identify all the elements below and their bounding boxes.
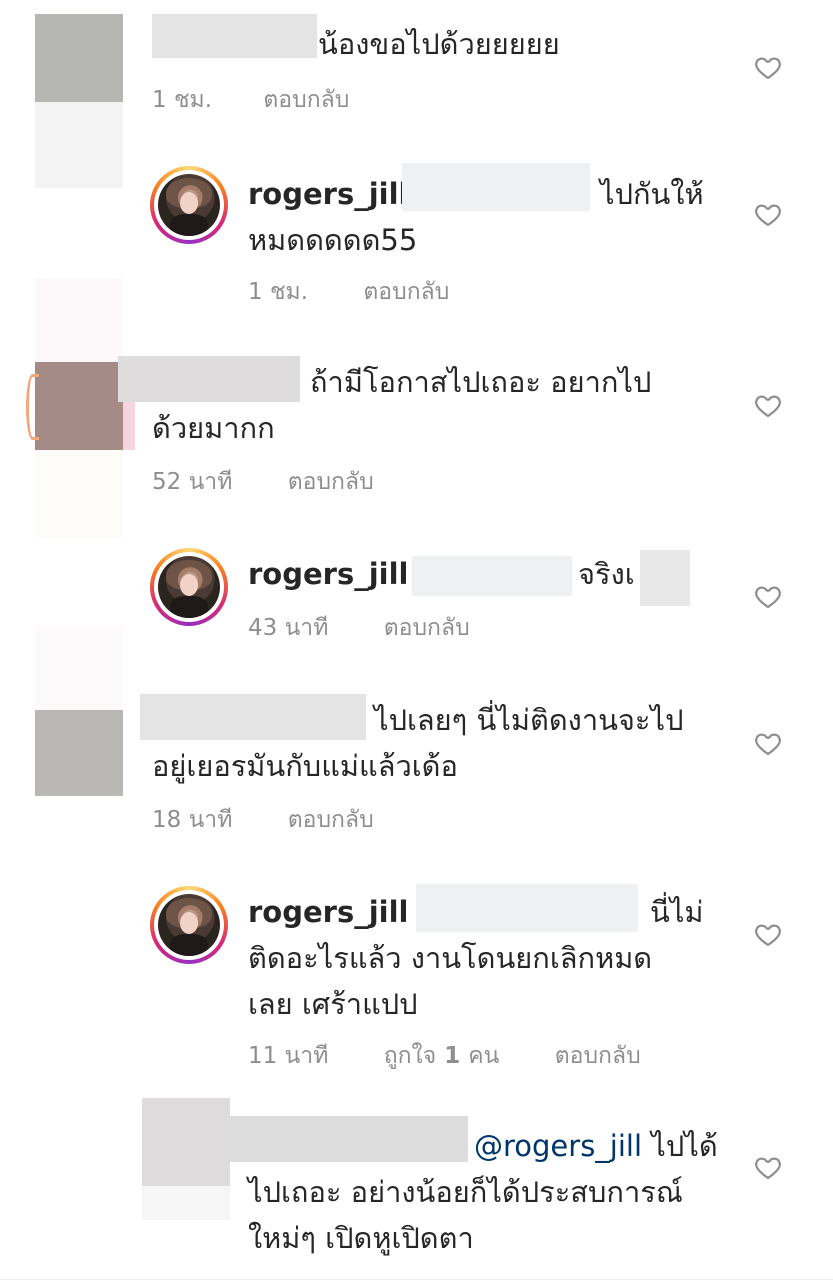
comment-time: 52 นาที xyxy=(152,469,233,495)
comment-meta: 52 นาที ตอบกลับ xyxy=(152,464,422,500)
comment-meta: 18 นาที ตอบกลับ xyxy=(152,802,422,838)
profile-photo xyxy=(158,894,220,956)
avatar-rogers-jill[interactable] xyxy=(150,886,228,964)
reply-text-tail: นี่ไม่ xyxy=(650,895,704,929)
profile-photo xyxy=(158,556,220,618)
reply-text-line-3: เลย เศร้าแปป xyxy=(248,987,418,1021)
reply-4: @rogers_jill ไปได้ ไปเถอะ อย่างน้อยก็ได้… xyxy=(0,1090,833,1280)
avatar-blur-bottom xyxy=(35,450,123,538)
comment-text-line-2: อยู่เยอรมันกับแม่แล้วเด้อ xyxy=(152,749,458,783)
username[interactable]: rogers_jill xyxy=(248,557,408,591)
avatar-rogers-jill[interactable] xyxy=(150,548,228,626)
mention-link[interactable]: @rogers_jill xyxy=(474,1129,642,1163)
redacted-mention xyxy=(402,163,590,211)
comment-text-line-1: ถ้ามีโอกาสไปเถอะ อยากไป xyxy=(310,365,652,399)
comment-time: 11 นาที xyxy=(248,1043,329,1069)
comment-meta: 11 นาที ถูกใจ 1 คน ตอบกลับ xyxy=(248,1038,689,1074)
comment-text: น้องขอไปด้วยยยยย xyxy=(318,27,560,61)
avatar[interactable] xyxy=(35,362,123,450)
redacted-mention xyxy=(412,556,572,596)
redacted-username xyxy=(140,694,366,740)
reply-text-tail: ไปได้ xyxy=(651,1129,718,1163)
heart-outline-icon[interactable] xyxy=(754,1154,782,1182)
redacted-mention xyxy=(416,884,638,932)
reply-text-tail: ไปกันให้ xyxy=(600,177,704,211)
comment-meta: 1 ชม. ตอบกลับ xyxy=(152,82,397,118)
reply-text-tail: จริงเ xyxy=(578,557,635,591)
heart-outline-icon[interactable] xyxy=(754,583,782,611)
avatar-rogers-jill[interactable] xyxy=(150,166,228,244)
heart-outline-icon[interactable] xyxy=(754,921,782,949)
heart-outline-icon[interactable] xyxy=(754,730,782,758)
avatar-blur-bottom xyxy=(142,1186,230,1220)
reply-button[interactable]: ตอบกลับ xyxy=(555,1043,641,1069)
heart-outline-icon[interactable] xyxy=(754,392,782,420)
comment-time: 18 นาที xyxy=(152,807,233,833)
redacted-username xyxy=(118,356,300,402)
comment-3: ไปเลยๆ นี่ไม่ติดงานจะไป อยู่เยอรมันกับแม… xyxy=(0,620,833,850)
reply-3: rogers_jill @ นี่ไม่ ติดอะไรแล้ว งานโดนย… xyxy=(0,870,833,1080)
reply-button[interactable]: ตอบกลับ xyxy=(263,87,349,113)
username[interactable]: rogers_jill xyxy=(248,177,408,211)
avatar-side-patch xyxy=(123,398,135,450)
avatar[interactable] xyxy=(35,710,123,796)
reply-text-line-2: ติดอะไรแล้ว งานโดนยกเลิกหมด xyxy=(248,941,653,975)
heart-outline-icon[interactable] xyxy=(754,54,782,82)
comment-text-line-2: ด้วยมากก xyxy=(152,411,275,445)
profile-photo xyxy=(158,174,220,236)
redacted-username xyxy=(152,14,317,58)
avatar[interactable] xyxy=(142,1098,230,1186)
reply-line-1: rogers_jill ( xyxy=(248,550,429,599)
reply-text-line-2: หมดดดดด55 xyxy=(248,223,418,257)
reply-text-line-2: ไปเถอะ อย่างน้อยก็ได้ประสบการณ์ xyxy=(248,1175,683,1209)
avatar-blur-top xyxy=(35,626,123,710)
avatar[interactable] xyxy=(35,14,123,102)
comment-2: ถ้ามีโอกาสไปเถอะ อยากไป ด้วยมากก 52 นาที… xyxy=(0,270,833,540)
reply-button[interactable]: ตอบกลับ xyxy=(288,469,374,495)
comment-time: 1 ชม. xyxy=(152,87,213,113)
redacted-username xyxy=(230,1116,468,1162)
comment-text-line-1: ไปเลยๆ นี่ไม่ติดงานจะไป xyxy=(374,703,684,737)
redacted-text xyxy=(640,550,690,606)
avatar-ring-edge xyxy=(26,374,39,440)
likes-count[interactable]: ถูกใจ 1 คน xyxy=(384,1043,500,1069)
reply-text-line-3: ใหม่ๆ เปิดหูเปิดตา xyxy=(248,1221,474,1255)
avatar-blur-top xyxy=(35,278,123,362)
reply-button[interactable]: ตอบกลับ xyxy=(288,807,374,833)
heart-outline-icon[interactable] xyxy=(754,201,782,229)
username[interactable]: rogers_jill xyxy=(248,895,408,929)
